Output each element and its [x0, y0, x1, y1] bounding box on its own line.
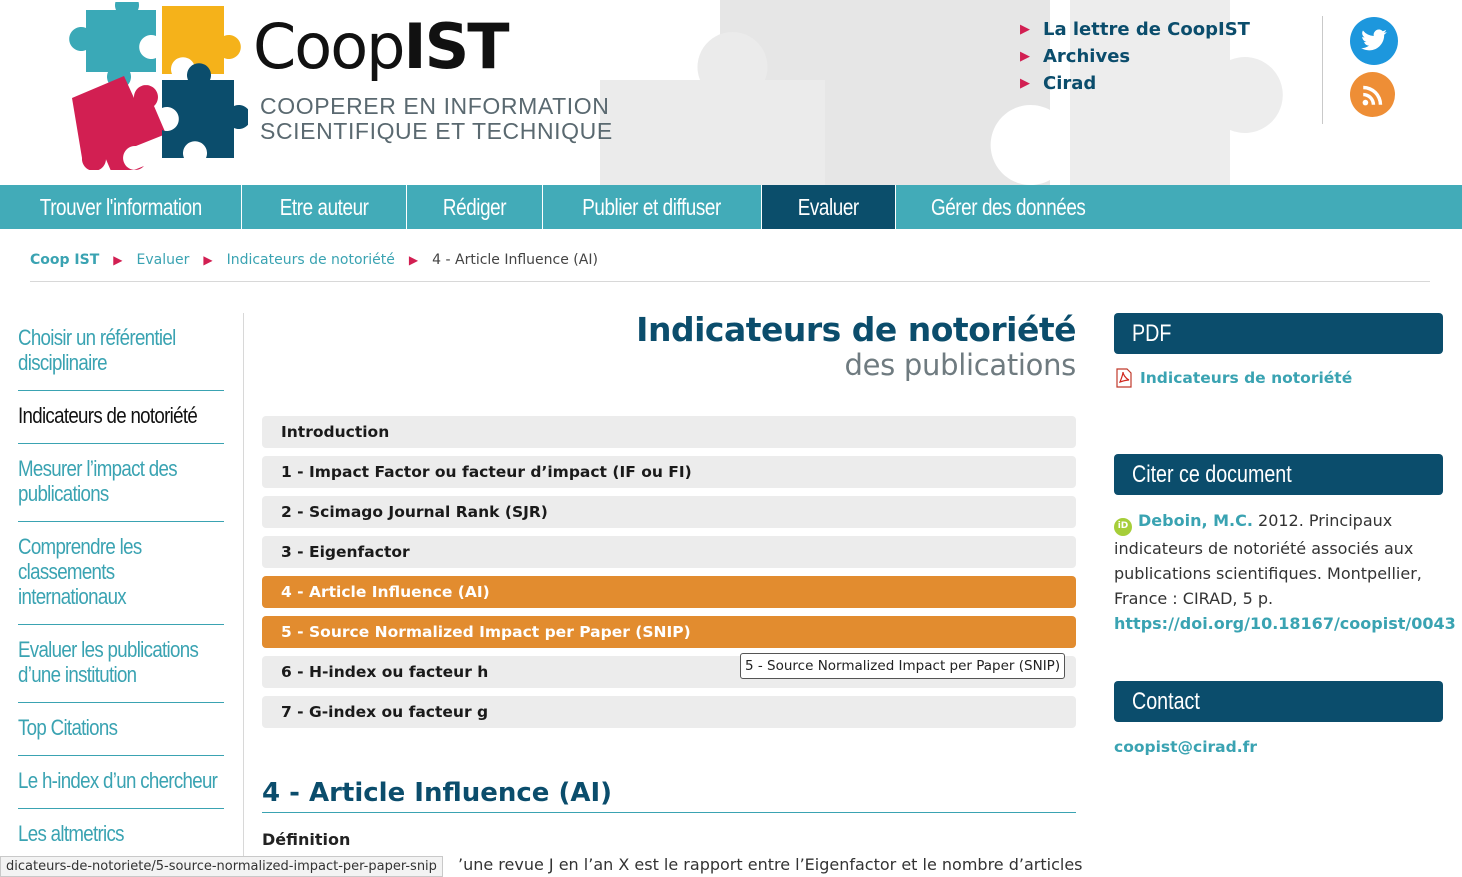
- link-tooltip: 5 - Source Normalized Impact per Paper (…: [740, 653, 1066, 679]
- section-title: 4 - Article Influence (AI): [262, 778, 613, 808]
- definition-heading: Définition: [262, 830, 351, 849]
- triangle-bullet-icon: ▶: [1020, 22, 1030, 37]
- logo-wordmark[interactable]: CoopIST: [253, 4, 510, 90]
- top-link-lettre[interactable]: ▶ La lettre de CoopIST: [1020, 16, 1250, 43]
- page-subtitle: des publications: [844, 348, 1077, 382]
- toc-item-sjr[interactable]: 2 - Scimago Journal Rank (SJR): [262, 496, 1076, 528]
- nav-publier-diffuser[interactable]: Publier et diffuser: [543, 185, 762, 229]
- sidebar-item-indicateurs[interactable]: Indicateurs de notoriété: [18, 391, 224, 444]
- top-links: ▶ La lettre de CoopIST ▶ Archives ▶ Cirad: [1020, 16, 1250, 97]
- toc-item-g-index[interactable]: 7 - G-index ou facteur g: [262, 696, 1076, 728]
- nav-trouver-information[interactable]: Trouver l'information: [0, 185, 242, 229]
- top-link-cirad[interactable]: ▶ Cirad: [1020, 70, 1250, 97]
- table-of-contents: Introduction 1 - Impact Factor ou facteu…: [262, 416, 1076, 736]
- left-sidebar: Choisir un référentiel disciplinaire Indi…: [18, 313, 224, 861]
- triangle-bullet-icon: ▶: [1020, 49, 1030, 64]
- sidebar-item-mesurer-impact[interactable]: Mesurer l’impact des publications: [18, 444, 224, 522]
- twitter-icon[interactable]: [1350, 17, 1398, 65]
- sidebar-item-classements[interactable]: Comprendre les classements internationaux: [18, 522, 224, 625]
- citation-doi-link[interactable]: https://doi.org/10.18167/coopist/0043: [1114, 614, 1456, 633]
- logo-tagline: COOPERER EN INFORMATION SCIENTIFIQUE ET …: [260, 93, 613, 144]
- toc-item-snip[interactable]: 5 - Source Normalized Impact per Paper (…: [262, 616, 1076, 648]
- toc-item-introduction[interactable]: Introduction: [262, 416, 1076, 448]
- sidebar-item-h-index[interactable]: Le h-index d’un chercheur: [18, 756, 224, 809]
- top-link-archives[interactable]: ▶ Archives: [1020, 43, 1250, 70]
- breadcrumb: Coop IST ▶ Evaluer ▶ Indicateurs de noto…: [30, 252, 598, 268]
- toc-item-article-influence[interactable]: 4 - Article Influence (AI): [262, 576, 1076, 608]
- sidebar-divider: [243, 313, 244, 877]
- sidebar-item-referentiel[interactable]: Choisir un référentiel disciplinaire: [18, 313, 224, 391]
- page-title: Indicateurs de notoriété: [636, 310, 1076, 349]
- pdf-download-link[interactable]: Indicateurs de notoriété: [1114, 368, 1352, 388]
- orcid-icon[interactable]: iD: [1114, 517, 1132, 536]
- coopist-logo-puzzle[interactable]: [66, 2, 248, 170]
- rss-icon[interactable]: [1350, 72, 1395, 117]
- breadcrumb-current: 4 - Article Influence (AI): [432, 252, 598, 268]
- site-header: CoopIST COOPERER EN INFORMATION SCIENTIF…: [0, 0, 1462, 185]
- sidebar-item-altmetrics[interactable]: Les altmetrics: [18, 809, 224, 861]
- nav-evaluer[interactable]: Evaluer: [762, 185, 896, 229]
- header-divider: [1322, 16, 1323, 124]
- nav-gerer-donnees[interactable]: Gérer des données: [896, 185, 1120, 229]
- nav-etre-auteur[interactable]: Etre auteur: [242, 185, 407, 229]
- pdf-file-icon: [1116, 368, 1132, 388]
- toc-item-impact-factor[interactable]: 1 - Impact Factor ou facteur d’impact (I…: [262, 456, 1076, 488]
- breadcrumb-divider: [30, 281, 1430, 282]
- cite-box-title: Citer ce document: [1114, 454, 1443, 495]
- triangle-bullet-icon: ▶: [1020, 76, 1030, 91]
- definition-text: ’une revue J en l’an X est le rapport en…: [458, 855, 1083, 874]
- sidebar-item-top-citations[interactable]: Top Citations: [18, 703, 224, 756]
- main-nav: Trouver l'information Etre auteur Rédige…: [0, 185, 1462, 229]
- breadcrumb-evaluer[interactable]: Evaluer: [136, 252, 189, 268]
- breadcrumb-separator-icon: ▶: [408, 253, 419, 267]
- nav-rediger[interactable]: Rédiger: [407, 185, 543, 229]
- breadcrumb-separator-icon: ▶: [203, 253, 213, 267]
- citation-author-link[interactable]: Deboin, M.C.: [1138, 511, 1253, 530]
- citation-block: iD Deboin, M.C. 2012. Principaux indicate…: [1114, 508, 1456, 636]
- section-divider: [262, 812, 1076, 813]
- contact-email-link[interactable]: coopist@cirad.fr: [1114, 738, 1257, 756]
- contact-box-title: Contact: [1114, 681, 1443, 722]
- pdf-box-title: PDF: [1114, 313, 1443, 354]
- breadcrumb-home[interactable]: Coop IST: [30, 252, 99, 268]
- status-bar-url: dicateurs-de-notoriete/5-source-normaliz…: [0, 856, 443, 877]
- sidebar-item-evaluer-institution[interactable]: Evaluer les publications d’une institutio…: [18, 625, 224, 703]
- toc-item-eigenfactor[interactable]: 3 - Eigenfactor: [262, 536, 1076, 568]
- breadcrumb-separator-icon: ▶: [113, 253, 123, 267]
- breadcrumb-indicateurs[interactable]: Indicateurs de notoriété: [227, 252, 395, 268]
